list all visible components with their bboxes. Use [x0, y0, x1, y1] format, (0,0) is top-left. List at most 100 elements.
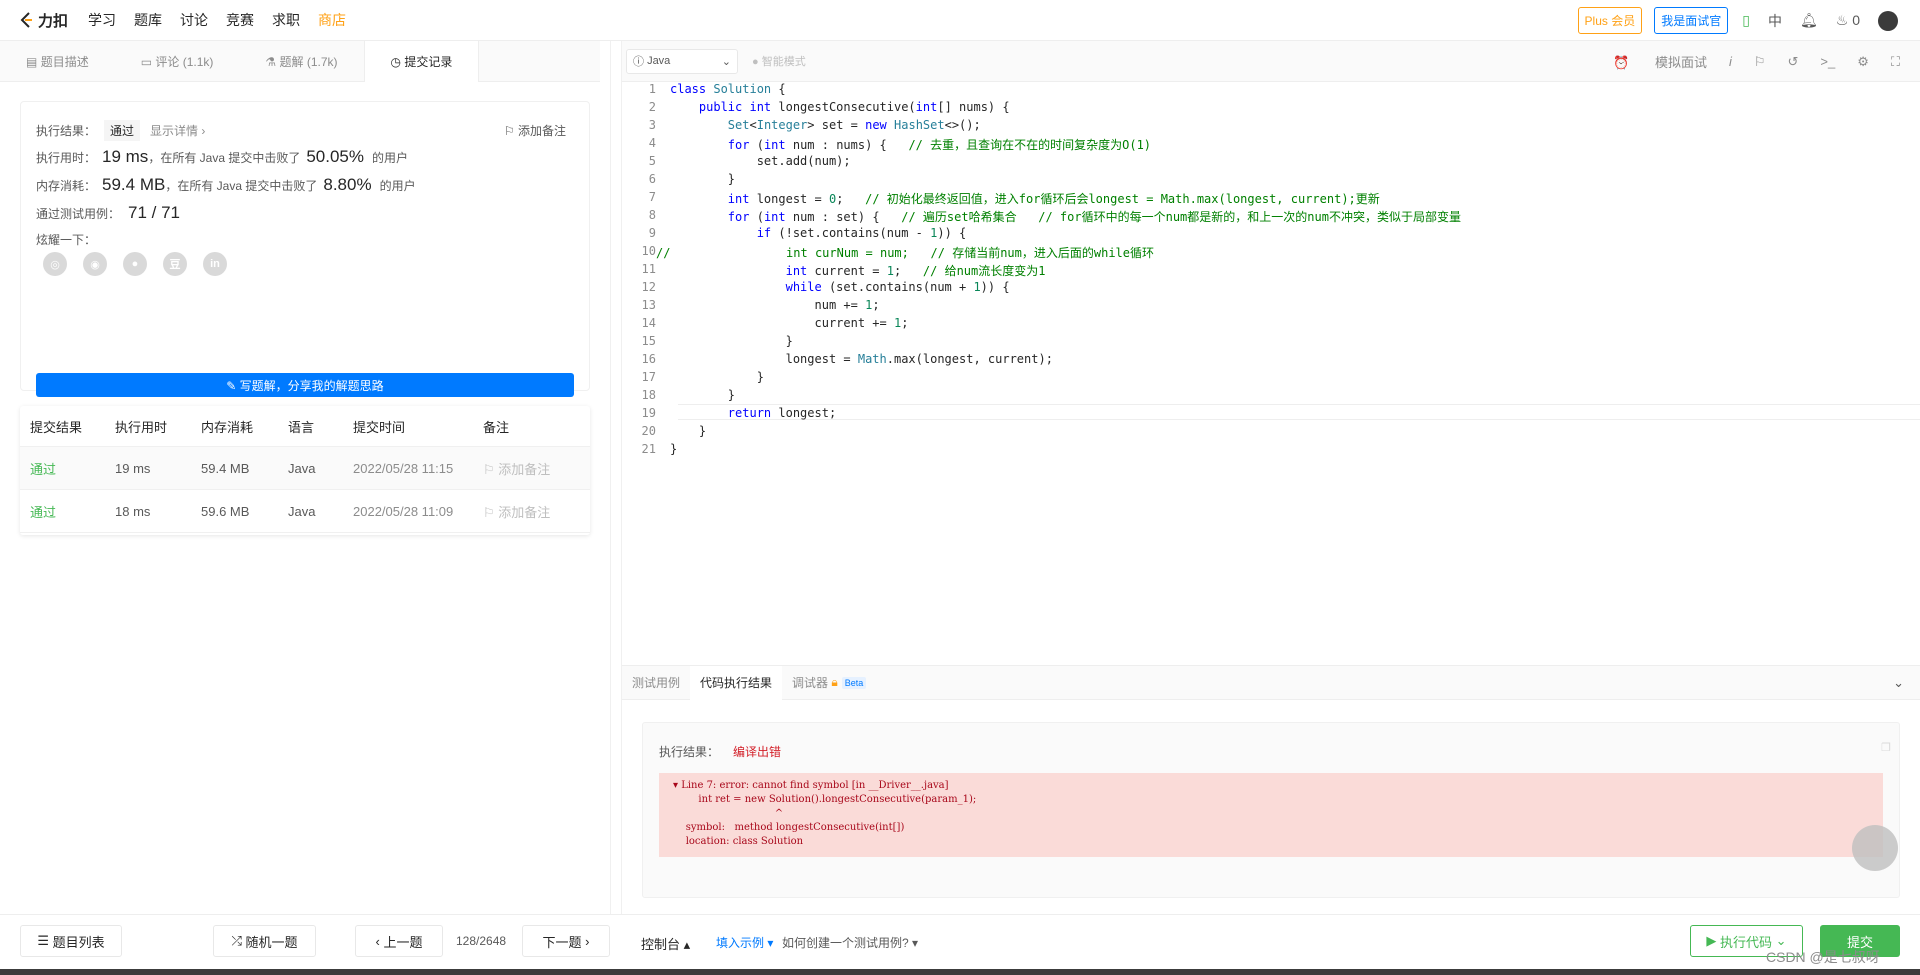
run-result-box: 执行结果： 编译出错 ❐ ▾ Line 7: error: cannot fin…	[642, 722, 1900, 898]
chevron-down-icon: ⌄	[721, 55, 731, 68]
fill-example-button[interactable]: 填入示例 ▾	[716, 934, 773, 951]
editor-toolbar: ⓘ Java ⌄ ● 智能模式 ⏰ 模拟面试 i ⚐ ↺ >_ ⚙ ⛶	[622, 41, 1920, 82]
interviewer-button[interactable]: 我是面试官	[1654, 7, 1729, 34]
chevron-left-icon: ‹	[375, 933, 380, 949]
language-switch[interactable]: 中	[1768, 11, 1782, 31]
code-line: return longest;	[727, 406, 837, 420]
nav-item-contest[interactable]: 竞赛	[226, 10, 254, 30]
nav-item-shop[interactable]: 商店	[318, 10, 346, 30]
tab-description[interactable]: ▤ 题目描述	[0, 41, 115, 82]
tab-comments[interactable]: ▭ 评论 (1.1k)	[115, 41, 240, 82]
row-language: Java	[288, 460, 316, 476]
line-number: 4	[648, 136, 656, 150]
write-solution-button[interactable]: ✎ 写题解，分享我的解题思路	[36, 373, 574, 397]
table-row[interactable]: 通过 18 ms 59.6 MB Java 2022/05/28 11:09 ⚐…	[20, 490, 590, 533]
weibo-icon[interactable]: ◉	[83, 252, 107, 276]
left-pane: ▤ 题目描述 ▭ 评论 (1.1k) ⚗ 题解 (1.7k) ◷ 提交记录 执行…	[0, 41, 600, 914]
lock-icon: 🔒︎	[831, 675, 838, 689]
add-note-button[interactable]: ⚐ 添加备注	[504, 122, 566, 139]
nav-item-problems[interactable]: 题库	[134, 10, 162, 30]
tests-label: 通过测试用例：	[36, 207, 121, 221]
comment-icon: ▭	[140, 54, 153, 69]
row-status[interactable]: 通过	[20, 459, 115, 478]
result-panel: 测试用例 代码执行结果 调试器 🔒︎ Beta ⌄ 执行结果： 编译出错 ❐ ▾ …	[622, 665, 1920, 914]
code-line: for (int num : set) { // 遍历set哈希集合 // fo…	[727, 210, 1461, 224]
header-time: 提交时间	[353, 419, 406, 435]
mobile-icon[interactable]: ▯	[1742, 12, 1750, 29]
header-language: 语言	[288, 419, 315, 435]
code-line: }	[670, 172, 736, 186]
avatar[interactable]	[1878, 10, 1898, 31]
leetcode-logo[interactable]: 力扣	[18, 10, 68, 31]
code-editor[interactable]: 1 class Solution { 2 public int longestCo…	[622, 82, 1920, 702]
problem-list-label: 题目列表	[52, 934, 105, 950]
shuffle-icon: ⤮	[231, 933, 242, 948]
smart-mode-label: 智能模式	[761, 56, 806, 68]
language-select[interactable]: ⓘ Java ⌄	[626, 48, 738, 74]
tab-solutions[interactable]: ⚗ 题解 (1.7k)	[239, 41, 363, 82]
nav-item-learn[interactable]: 学习	[88, 10, 116, 30]
code-line: // int curNum = num; // 存储当前num，进入后面的whi…	[656, 246, 1155, 260]
problem-list-button[interactable]: ☰ 题目列表	[20, 925, 122, 957]
row-note[interactable]: ⚐ 添加备注	[483, 459, 583, 478]
memory-percent: 8.80%	[323, 175, 372, 194]
bottom-action-bar: ☰ 题目列表 ⤮ 随机一题 ‹ 上一题 128/2648 下一题 › 控制台 ▴…	[0, 914, 1920, 969]
tab-submissions[interactable]: ◷ 提交记录	[363, 41, 480, 82]
nav-item-discuss[interactable]: 讨论	[180, 10, 208, 30]
copy-icon[interactable]: ❐	[1881, 741, 1891, 754]
info-icon: ⓘ	[633, 56, 644, 68]
line-number: 5	[648, 154, 656, 168]
mock-interview-button[interactable]: ⏰ 模拟面试	[1613, 52, 1707, 71]
tab-submissions-label: 提交记录	[404, 55, 453, 69]
linkedin-icon[interactable]: in	[203, 252, 227, 276]
nav-item-jobs[interactable]: 求职	[272, 10, 300, 30]
tab-debugger[interactable]: 调试器 🔒︎ Beta	[782, 666, 876, 700]
row-status[interactable]: 通过	[20, 502, 115, 521]
qq-icon[interactable]: ●	[123, 252, 147, 276]
code-line: while (set.contains(num + 1)) {	[785, 280, 1010, 294]
line-number: 12	[641, 280, 656, 294]
code-line: }	[670, 388, 736, 402]
next-problem-button[interactable]: 下一题 ›	[522, 925, 610, 957]
console-toggle[interactable]: 控制台 ▴	[641, 934, 690, 953]
floating-notes-button[interactable]	[1852, 825, 1898, 871]
douban-icon[interactable]: 豆	[163, 252, 187, 276]
terminal-icon[interactable]: >_	[1820, 54, 1835, 69]
csdn-watermark: CSDN @是七叔呀	[1766, 949, 1880, 965]
collapse-chevron-icon[interactable]: ⌄	[1893, 675, 1904, 691]
flame-icon: ♨	[1835, 12, 1849, 28]
plus-member-button[interactable]: Plus 会员	[1577, 7, 1643, 34]
reset-icon[interactable]: ↺	[1788, 54, 1799, 70]
pane-resize-handle[interactable]	[610, 41, 622, 914]
top-right-tools: Plus 会员 我是面试官 ▯ 中 🔔︎ ♨ 0	[1577, 0, 1920, 41]
row-runtime: 18 ms	[115, 503, 151, 519]
table-row[interactable]: 通过 19 ms 59.4 MB Java 2022/05/28 11:15 ⚐…	[20, 447, 590, 490]
tab-testcase[interactable]: 测试用例	[622, 666, 690, 700]
points-counter[interactable]: ♨ 0	[1836, 12, 1860, 29]
info-italic-icon[interactable]: i	[1729, 54, 1732, 69]
flag-icon[interactable]: ⚐	[1754, 54, 1766, 70]
table-header: 提交结果 执行用时 内存消耗 语言 提交时间 备注	[20, 406, 590, 447]
random-problem-button[interactable]: ⤮ 随机一题	[213, 925, 316, 957]
status-badge: 通过	[104, 120, 141, 141]
run-status-row: 执行结果： 编译出错	[659, 743, 781, 760]
fullscreen-icon[interactable]: ⛶	[1891, 54, 1900, 70]
current-line-highlight	[678, 404, 1920, 420]
row-note[interactable]: ⚐ 添加备注	[483, 502, 583, 521]
smart-mode-toggle[interactable]: ● 智能模式	[752, 53, 806, 69]
bell-icon[interactable]: 🔔︎	[1800, 12, 1818, 29]
main-nav: 学习 题库 讨论 竞赛 求职 商店	[88, 10, 364, 30]
document-icon: ▤	[26, 54, 38, 69]
wechat-icon[interactable]: ◎	[43, 252, 67, 276]
add-note-label: 添加备注	[517, 124, 566, 138]
code-line: }	[670, 334, 793, 348]
settings-icon[interactable]: ⚙	[1857, 54, 1869, 70]
how-create-testcase-link[interactable]: 如何创建一个测试用例? ▾	[782, 934, 918, 951]
clock-icon: ◷	[390, 54, 402, 69]
prev-problem-button[interactable]: ‹ 上一题	[355, 925, 443, 957]
tab-run-result[interactable]: 代码执行结果	[690, 665, 783, 700]
show-detail-link[interactable]: 显示详情 ›	[150, 122, 205, 139]
code-line: current += 1;	[670, 316, 909, 330]
leetcode-logo-icon	[20, 12, 32, 28]
row-note-label: 添加备注	[498, 504, 551, 520]
